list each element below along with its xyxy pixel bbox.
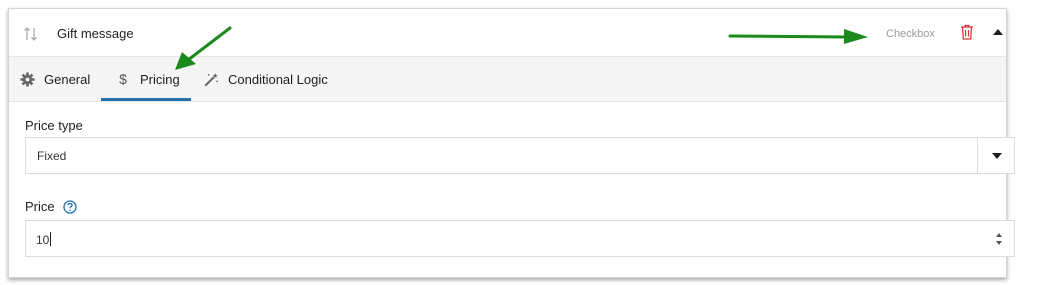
select-divider: [977, 138, 978, 173]
tab-bar: General $ Pricing Conditional Logic: [9, 57, 1006, 102]
tab-pricing-label: Pricing: [140, 71, 180, 87]
text-cursor: [50, 232, 52, 246]
tab-general-label: General: [44, 71, 91, 87]
dollar-icon: $: [119, 71, 127, 87]
price-label-text: Price: [25, 199, 55, 214]
trash-icon[interactable]: [960, 24, 974, 40]
tab-conditional-logic[interactable]: Conditional Logic: [203, 57, 328, 101]
help-icon[interactable]: [62, 199, 77, 214]
field-panel: Gift message Checkbox General $ Pricing …: [8, 8, 1015, 278]
price-input[interactable]: 10: [25, 220, 1015, 257]
tab-general[interactable]: General: [19, 57, 90, 101]
number-spinner-icon[interactable]: [994, 230, 1004, 248]
field-type-label: Checkbox: [886, 28, 935, 40]
price-value-text: 10: [36, 233, 50, 247]
price-label: Price: [25, 199, 77, 214]
price-type-select[interactable]: Fixed: [25, 137, 1015, 174]
field-title[interactable]: Gift message: [57, 26, 134, 41]
chevron-down-icon[interactable]: [991, 152, 1003, 160]
gear-icon: [19, 71, 35, 87]
price-type-label: Price type: [25, 118, 83, 133]
sort-icon[interactable]: [23, 26, 39, 42]
field-header: Gift message Checkbox: [9, 9, 1006, 57]
magic-wand-icon: [203, 71, 219, 87]
tab-conditional-logic-label: Conditional Logic: [228, 71, 328, 87]
price-type-label-text: Price type: [25, 118, 83, 133]
price-type-value: Fixed: [37, 149, 67, 163]
collapse-up-icon[interactable]: [992, 27, 1004, 37]
price-input-value: 10: [36, 232, 52, 247]
tab-pricing[interactable]: $ Pricing: [101, 57, 191, 101]
